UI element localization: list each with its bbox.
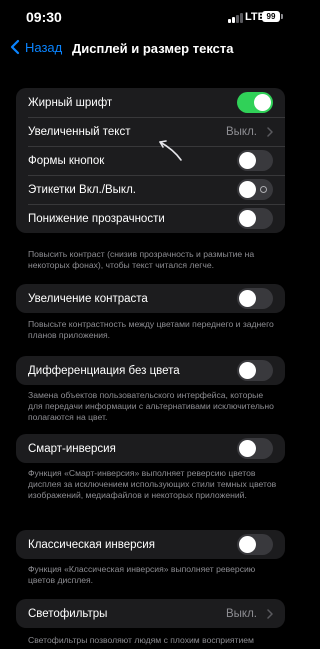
back-button-label: Назад [25, 39, 63, 55]
row-label: Понижение прозрачности [28, 212, 165, 225]
reduce-transparency-toggle[interactable] [237, 208, 273, 229]
smart-invert-toggle[interactable] [237, 438, 273, 459]
status-bar: 09:30 LTE 99 [0, 0, 300, 36]
row-increase-contrast[interactable]: Увеличение контраста [16, 284, 285, 313]
bold-text-toggle[interactable] [237, 92, 273, 113]
differentiate-without-color-group: Дифференциация без цвета [16, 356, 285, 385]
button-shapes-toggle[interactable] [237, 150, 273, 171]
smart-invert-group: Смарт-инверсия [16, 434, 285, 463]
chevron-left-icon [10, 39, 20, 55]
increase-contrast-group: Увеличение контраста [16, 284, 285, 313]
row-smart-invert[interactable]: Смарт-инверсия [16, 434, 285, 463]
row-label: Увеличенный текст [28, 125, 131, 138]
smart-invert-footnote: Функция «Смарт-инверсия» выполняет ревер… [28, 468, 277, 500]
row-button-shapes[interactable]: Формы кнопок [16, 146, 285, 175]
navigation-bar: Назад Дисплей и размер текста [0, 34, 300, 64]
row-bold-text[interactable]: Жирный шрифт [16, 88, 285, 117]
color-filters-group: Светофильтры Выкл. [16, 599, 285, 628]
chevron-right-icon [267, 609, 273, 619]
row-reduce-transparency[interactable]: Понижение прозрачности [16, 204, 285, 233]
text-settings-group: Жирный шрифт Увеличенный текст Выкл. Фор… [16, 88, 285, 233]
increase-contrast-toggle[interactable] [237, 288, 273, 309]
differentiate-without-color-footnote: Замена объектов пользовательского интерф… [28, 390, 274, 422]
row-value: Выкл. [225, 607, 257, 620]
battery-level: 99 [266, 12, 276, 21]
on-off-labels-toggle[interactable] [237, 179, 273, 200]
row-label: Формы кнопок [28, 154, 105, 167]
increase-contrast-footnote: Повысьте контрастность между цветами пер… [28, 319, 274, 340]
row-label: Светофильтры [28, 607, 108, 620]
row-label: Смарт-инверсия [28, 442, 116, 455]
classic-invert-toggle[interactable] [237, 534, 273, 555]
row-label: Классическая инверсия [28, 538, 155, 551]
row-larger-text[interactable]: Увеличенный текст Выкл. [16, 117, 285, 146]
row-label: Жирный шрифт [28, 96, 113, 109]
row-differentiate-without-color[interactable]: Дифференциация без цвета [16, 356, 285, 385]
row-value: Выкл. [225, 125, 257, 138]
row-label: Дифференциация без цвета [28, 364, 180, 377]
row-label: Этикетки Вкл./Выкл. [28, 183, 136, 196]
row-color-filters[interactable]: Светофильтры Выкл. [16, 599, 285, 628]
page-title: Дисплей и размер текста [72, 41, 234, 56]
color-filters-footnote: Светофильтры позволяют людям с плохим во… [28, 635, 254, 649]
battery-tip [281, 14, 283, 19]
reduce-transparency-footnote: Повысить контраст (снизив прозрачность и… [28, 249, 255, 270]
status-time: 09:30 [26, 9, 62, 25]
row-label: Увеличение контраста [28, 292, 148, 305]
row-on-off-labels[interactable]: Этикетки Вкл./Выкл. [16, 175, 285, 204]
cellular-signal-icon [228, 13, 244, 23]
differentiate-without-color-toggle[interactable] [237, 360, 273, 381]
battery-icon: 99 [262, 11, 280, 22]
classic-invert-group: Классическая инверсия [16, 530, 285, 559]
classic-invert-footnote: Функция «Классическая инверсия» выполняе… [28, 564, 256, 585]
row-classic-invert[interactable]: Классическая инверсия [16, 530, 285, 559]
back-button[interactable]: Назад [8, 39, 62, 55]
off-label-icon [260, 186, 267, 193]
chevron-right-icon [267, 127, 273, 137]
